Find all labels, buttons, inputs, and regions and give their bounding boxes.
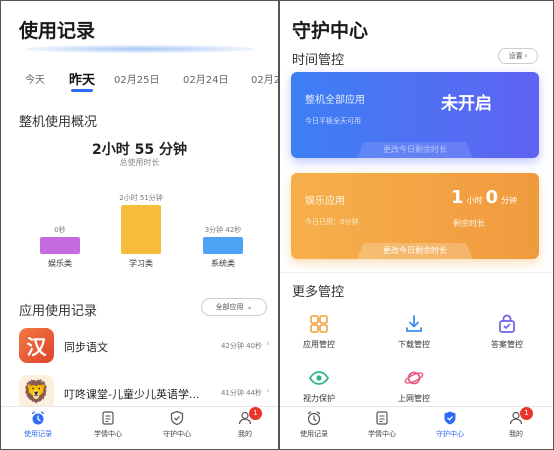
date-tab-today[interactable]: 今天 [25, 71, 45, 86]
download-icon [406, 315, 422, 332]
notification-badge: 1 [520, 407, 533, 420]
bar-2 [203, 237, 243, 254]
control-label: 下载管控 [398, 340, 430, 349]
bar-category-label: 娱乐类 [48, 259, 72, 268]
nav-label: 学情中心 [94, 430, 122, 438]
nav-guard-center[interactable]: 守护中心 [420, 410, 480, 439]
minutes-unit: 分钟 [501, 196, 518, 205]
chevron-down-icon: ⌄ [246, 303, 253, 311]
app-name: 同步语文 [64, 341, 108, 354]
nav-label: 我的 [509, 430, 523, 438]
date-tab-indicator [71, 89, 93, 92]
date-tab-0225[interactable]: 02月25日 [114, 71, 159, 86]
bar-category-label: 学习类 [129, 259, 153, 268]
chevron-right-icon: › [266, 339, 270, 349]
bottom-nav: 使用记录 学情中心 守护中心 我的 1 [1, 406, 278, 448]
nav-mine[interactable]: 我的 1 [486, 407, 546, 439]
lock-bag-icon [499, 314, 515, 333]
nav-usage-record[interactable]: 使用记录 [284, 410, 344, 439]
nav-label: 守护中心 [163, 430, 191, 438]
card-label: 整机全部应用 [305, 95, 365, 106]
nav-mine[interactable]: 我的 1 [215, 407, 275, 439]
time-control-title: 时间管控 [292, 53, 345, 68]
eye-icon [308, 371, 330, 385]
overview-title: 整机使用概况 [19, 115, 98, 130]
planet-icon [404, 371, 424, 385]
nav-usage-record[interactable]: 使用记录 [8, 410, 68, 439]
minutes-value: 0 [485, 187, 499, 208]
nav-label: 学情中心 [368, 430, 396, 438]
nav-label: 使用记录 [300, 430, 328, 438]
app-time: 42分钟 40秒 [220, 342, 262, 350]
more-controls-title: 更多管控 [292, 285, 345, 300]
app-time: 41分钟 44秒 [220, 389, 262, 397]
hours-unit: 小时 [466, 196, 483, 205]
nav-label: 使用记录 [24, 430, 52, 438]
remaining-time-value: 1 小时 0 分钟 [451, 187, 520, 208]
shield-icon [170, 410, 184, 426]
app-filter-label: 全部应用 [215, 303, 244, 311]
bar-category-label: 系统类 [211, 259, 235, 268]
control-label: 应用管控 [303, 340, 335, 349]
guard-center-screen: 守护中心 时间管控 设置 › 整机全部应用 今日平板全天可用 未开启 更改今日剩… [280, 1, 552, 448]
app-name: 叮咚课堂-儿童少儿英语学... [64, 388, 200, 401]
nav-label: 守护中心 [436, 430, 464, 438]
chinese-char-icon: 汉 [19, 328, 54, 363]
hours-value: 1 [451, 187, 464, 208]
card-subtitle: 今日平板全天可用 [305, 117, 361, 125]
remaining-time-label: 剩余时长 [453, 219, 485, 228]
header-glow [25, 45, 255, 53]
usage-record-screen: 使用记录 今天 昨天 02月25日 02月24日 02月2 整机使用概况 2小时… [1, 1, 278, 448]
total-usage-label: 总使用时长 [119, 158, 160, 167]
control-label: 视力保护 [303, 394, 335, 403]
settings-label: 设置 [508, 52, 523, 60]
bar-value-label: 0秒 [54, 226, 66, 234]
answer-control-item[interactable]: 答案管控 [472, 313, 542, 350]
date-tab-next[interactable]: 02月2 [251, 71, 278, 86]
internet-control-item[interactable]: 上网管控 [379, 367, 449, 404]
date-tab-yesterday[interactable]: 昨天 [69, 69, 95, 88]
alarm-clock-icon [307, 411, 321, 426]
nav-label: 我的 [238, 430, 252, 438]
nav-study-center[interactable]: 学情中心 [78, 410, 138, 439]
bar-0 [40, 237, 80, 254]
page-title: 使用记录 [19, 20, 96, 42]
date-tab-0224[interactable]: 02月24日 [183, 71, 228, 86]
section-divider [280, 272, 552, 273]
device-control-status: 未开启 [441, 94, 492, 114]
download-control-item[interactable]: 下载管控 [379, 313, 449, 350]
change-remaining-time-button[interactable]: 更改今日剩余时长 [357, 243, 473, 259]
device-time-card[interactable]: 整机全部应用 今日平板全天可用 未开启 更改今日剩余时长 [291, 72, 539, 158]
bar-value-label: 3分钟 42秒 [204, 226, 242, 234]
report-icon [376, 411, 388, 425]
eye-protection-item[interactable]: 视力保护 [284, 367, 354, 404]
report-icon [102, 411, 114, 425]
app-control-item[interactable]: 应用管控 [284, 313, 354, 350]
app-filter-button[interactable]: 全部应用 ⌄ [201, 298, 267, 316]
card-used-today: 今日已用：0分钟 [305, 218, 359, 226]
settings-button[interactable]: 设置 › [498, 48, 538, 64]
total-usage-value: 2小时 55 分钟 [92, 142, 187, 158]
change-remaining-time-button[interactable]: 更改今日剩余时长 [357, 142, 473, 158]
alarm-clock-icon [31, 411, 45, 425]
page-title: 守护中心 [292, 20, 369, 42]
bottom-nav: 使用记录 学情中心 守护中心 我的 1 [280, 406, 552, 448]
nav-guard-center[interactable]: 守护中心 [147, 410, 207, 439]
shield-icon [444, 411, 456, 425]
entertainment-time-card[interactable]: 娱乐应用 今日已用：0分钟 1 小时 0 分钟 剩余时长 更改今日剩余时长 [291, 173, 539, 259]
nav-study-center[interactable]: 学情中心 [352, 410, 412, 439]
notification-badge: 1 [249, 407, 262, 420]
chevron-right-icon: › [524, 52, 528, 60]
bar-1 [121, 205, 161, 254]
app-usage-title: 应用使用记录 [19, 304, 98, 319]
control-label: 答案管控 [491, 340, 523, 349]
control-label: 上网管控 [398, 394, 430, 403]
app-usage-row[interactable]: 汉 同步语文 42分钟 40秒 › [19, 328, 274, 364]
lion-icon: 🦁 [19, 375, 54, 410]
chevron-right-icon: › [266, 386, 270, 396]
bar-value-label: 2小时 51分钟 [119, 194, 163, 202]
grid-apps-icon [310, 315, 328, 333]
card-label: 娱乐应用 [305, 196, 345, 207]
